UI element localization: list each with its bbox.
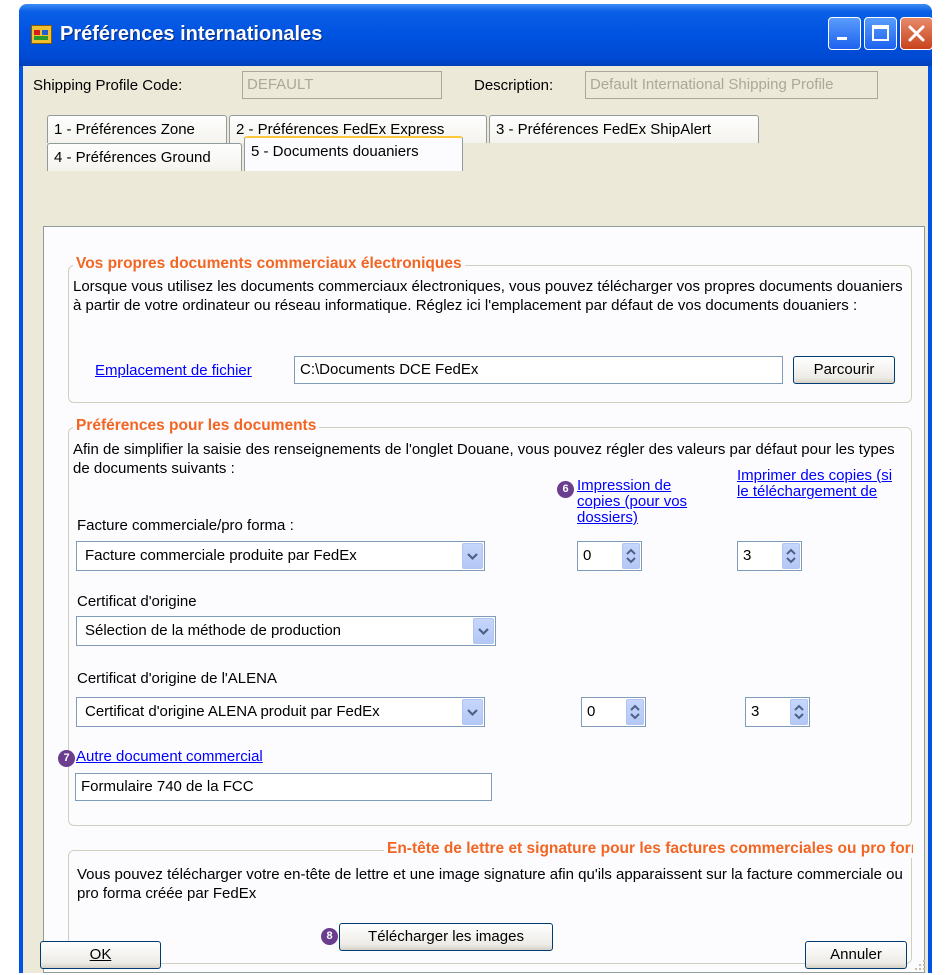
- chevron-down-icon: [478, 628, 489, 636]
- invoice-upload-copies-value: 3: [743, 547, 752, 564]
- invoice-copies-spin-buttons[interactable]: [622, 543, 640, 569]
- certificate-origin-dropdown-button[interactable]: [473, 618, 494, 644]
- nafta-certificate-select-value: Certificat d'origine ALENA produit par F…: [85, 703, 380, 720]
- other-commercial-document-link[interactable]: Autre document commercial: [76, 749, 263, 765]
- chevron-down-icon: [467, 709, 478, 717]
- maximize-icon: [872, 25, 889, 41]
- commercial-invoice-select[interactable]: Facture commerciale produite par FedEx: [76, 541, 485, 571]
- nafta-upload-copies-spin-buttons[interactable]: [790, 699, 808, 725]
- browse-button[interactable]: Parcourir: [793, 356, 895, 384]
- app-icon: [31, 25, 52, 44]
- minimize-icon: [837, 37, 847, 40]
- tab-customs-documents[interactable]: 5 - Documents douaniers: [244, 136, 463, 171]
- up-down-arrows-icon: [626, 548, 636, 564]
- cancel-button[interactable]: Annuler: [805, 941, 907, 969]
- group-letterhead-signature-title: En-tête de lettre et signature pour les …: [384, 840, 913, 858]
- electronic-documents-description: Lorsque vous utilisez les documents comm…: [73, 278, 903, 314]
- invoice-copies-value: 0: [583, 547, 592, 564]
- nafta-copies-spin-buttons[interactable]: [626, 699, 644, 725]
- window-title: Préférences internationales: [60, 23, 323, 45]
- certificate-origin-select-value: Sélection de la méthode de production: [85, 622, 342, 639]
- commercial-invoice-label: Facture commerciale/pro forma :: [77, 517, 294, 534]
- minimize-button[interactable]: [828, 17, 861, 50]
- tab-ground-preferences[interactable]: 4 - Préférences Ground: [47, 143, 242, 171]
- other-commercial-document-input[interactable]: Formulaire 740 de la FCC: [75, 773, 492, 801]
- title-bar[interactable]: Préférences internationales: [19, 4, 933, 66]
- upload-images-button[interactable]: Télécharger les images: [339, 923, 553, 951]
- up-down-arrows-icon: [786, 548, 796, 564]
- profile-code-label: Shipping Profile Code:: [33, 77, 183, 94]
- maximize-button[interactable]: [864, 17, 897, 50]
- up-down-arrows-icon: [794, 704, 804, 720]
- tab-zone-preferences[interactable]: 1 - Préférences Zone: [47, 115, 227, 143]
- ok-button-label: OK: [89, 946, 112, 963]
- file-location-link[interactable]: Emplacement de fichier: [95, 363, 252, 379]
- nafta-copies-value: 0: [587, 703, 596, 720]
- invoice-copies-spinner[interactable]: 0: [577, 541, 642, 571]
- close-icon: [908, 25, 925, 42]
- cancel-button-label: Annuler: [830, 946, 882, 963]
- chevron-down-icon: [467, 553, 478, 561]
- profile-code-field: DEFAULT: [242, 71, 442, 99]
- close-button[interactable]: [900, 17, 933, 50]
- ok-button[interactable]: OK: [40, 941, 161, 969]
- print-upload-copies-link[interactable]: Imprimer des copies (si le téléchargemen…: [737, 468, 897, 516]
- nafta-certificate-select[interactable]: Certificat d'origine ALENA produit par F…: [76, 697, 485, 727]
- up-down-arrows-icon: [630, 704, 640, 720]
- tab-panel-customs-documents: Vos propres documents commerciaux électr…: [43, 226, 925, 973]
- print-copies-link[interactable]: Impression de copies (pour vos dossiers): [577, 478, 717, 526]
- certificate-origin-select[interactable]: Sélection de la méthode de production: [76, 616, 496, 646]
- callout-badge-8: 8: [321, 928, 338, 945]
- invoice-upload-copies-spinner[interactable]: 3: [737, 541, 802, 571]
- callout-badge-6: 6: [557, 481, 574, 498]
- nafta-copies-spinner[interactable]: 0: [581, 697, 646, 727]
- commercial-invoice-select-value: Facture commerciale produite par FedEx: [85, 547, 357, 564]
- invoice-upload-copies-spin-buttons[interactable]: [782, 543, 800, 569]
- commercial-invoice-dropdown-button[interactable]: [462, 543, 483, 569]
- nafta-upload-copies-spinner[interactable]: 3: [745, 697, 810, 727]
- dialog-window: Préférences internationales Shipping Pro…: [19, 4, 933, 973]
- file-location-input[interactable]: C:\Documents DCE FedEx: [294, 356, 783, 384]
- letterhead-signature-description: Vous pouvez télécharger votre en-tête de…: [77, 866, 903, 902]
- certificate-origin-label: Certificat d'origine: [77, 593, 197, 610]
- group-document-preferences-title: Préférences pour les documents: [73, 417, 320, 435]
- tab-fedex-shipalert-preferences[interactable]: 3 - Préférences FedEx ShipAlert: [489, 115, 759, 143]
- dialog-client-area: Shipping Profile Code: DEFAULT Descripti…: [23, 66, 928, 973]
- resize-grip-icon[interactable]: [912, 957, 926, 971]
- group-electronic-documents-title: Vos propres documents commerciaux électr…: [73, 255, 465, 273]
- callout-badge-7: 7: [58, 750, 75, 767]
- nafta-upload-copies-value: 3: [751, 703, 760, 720]
- nafta-certificate-label: Certificat d'origine de l'ALENA: [77, 670, 277, 687]
- description-label: Description:: [474, 77, 554, 94]
- nafta-certificate-dropdown-button[interactable]: [462, 699, 483, 725]
- description-field: Default International Shipping Profile: [585, 71, 878, 99]
